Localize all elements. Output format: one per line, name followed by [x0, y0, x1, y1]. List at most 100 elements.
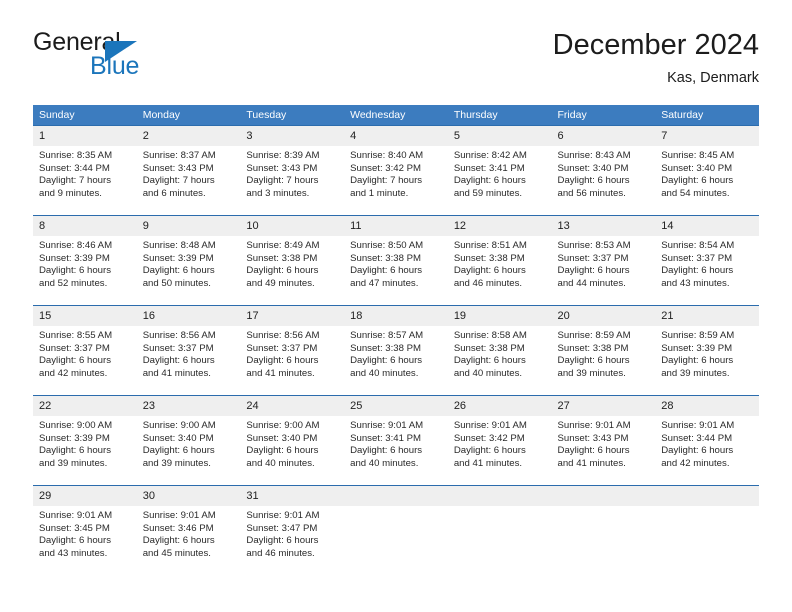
day-sunset: Sunset: 3:46 PM: [142, 522, 214, 534]
day-details: Sunrise: 8:49 AM Sunset: 3:38 PM Daylight:…: [240, 236, 344, 290]
brand-logo[interactable]: General Blue: [33, 28, 313, 90]
weekday-header-friday: Friday: [551, 105, 656, 126]
day-daylight-line2: and 52 minutes.: [39, 277, 108, 289]
calendar-day-cell[interactable]: 2 Sunrise: 8:37 AM Sunset: 3:43 PM Daylight…: [136, 125, 241, 216]
calendar-day-cell[interactable]: 23 Sunrise: 9:00 AM Sunset: 3:40 PM Dayligh…: [136, 395, 241, 486]
day-number: [551, 486, 656, 506]
day-daylight-line2: and 42 minutes.: [661, 457, 730, 469]
day-cell-content: 19 Sunrise: 8:58 AM Sunset: 3:38 PM Dayligh…: [447, 306, 552, 395]
day-cell-content: 9 Sunrise: 8:48 AM Sunset: 3:39 PM Daylight…: [136, 216, 241, 305]
calendar-day-cell[interactable]: 5 Sunrise: 8:42 AM Sunset: 3:41 PM Daylight…: [447, 125, 552, 216]
day-daylight-line2: and 1 minute.: [350, 187, 409, 199]
calendar-day-cell[interactable]: 3 Sunrise: 8:39 AM Sunset: 3:43 PM Daylight…: [240, 125, 345, 216]
day-daylight-line2: and 42 minutes.: [39, 367, 108, 379]
day-details: Sunrise: 9:01 AM Sunset: 3:47 PM Daylight:…: [240, 506, 344, 560]
day-cell-content: 12 Sunrise: 8:51 AM Sunset: 3:38 PM Dayligh…: [447, 216, 552, 305]
day-sunrise: Sunrise: 8:42 AM: [453, 150, 527, 161]
calendar-day-cell[interactable]: 11 Sunrise: 8:50 AM Sunset: 3:38 PM Dayligh…: [344, 215, 448, 306]
day-sunset: Sunset: 3:39 PM: [661, 342, 733, 354]
calendar-empty-cell: [447, 485, 552, 575]
calendar-day-cell[interactable]: 28 Sunrise: 9:01 AM Sunset: 3:44 PM Dayligh…: [655, 395, 759, 486]
day-sunset: Sunset: 3:47 PM: [246, 522, 318, 534]
day-sunrise: Sunrise: 9:00 AM: [142, 420, 216, 431]
day-sunset: Sunset: 3:40 PM: [661, 162, 733, 174]
calendar-page: General Blue December 2024 Kas, Denmark …: [0, 0, 792, 612]
calendar-day-cell[interactable]: 20 Sunrise: 8:59 AM Sunset: 3:38 PM Dayligh…: [551, 305, 656, 396]
calendar-day-cell[interactable]: 1 Sunrise: 8:35 AM Sunset: 3:44 PM Daylight…: [33, 125, 137, 216]
calendar-day-cell[interactable]: 12 Sunrise: 8:51 AM Sunset: 3:38 PM Dayligh…: [447, 215, 552, 306]
day-daylight-line2: and 49 minutes.: [246, 277, 315, 289]
day-sunset: Sunset: 3:41 PM: [350, 432, 422, 444]
day-details: Sunrise: 8:51 AM Sunset: 3:38 PM Daylight:…: [448, 236, 552, 290]
day-sunset: Sunset: 3:37 PM: [246, 342, 318, 354]
day-daylight-line1: Daylight: 6 hours: [246, 445, 319, 457]
day-cell-content: 20 Sunrise: 8:59 AM Sunset: 3:38 PM Dayligh…: [551, 306, 656, 395]
calendar-day-cell[interactable]: 31 Sunrise: 9:01 AM Sunset: 3:47 PM Dayligh…: [240, 485, 345, 575]
day-number: 4: [344, 126, 448, 146]
day-details: Sunrise: 8:55 AM Sunset: 3:37 PM Daylight:…: [33, 326, 137, 380]
day-number: 11: [344, 216, 448, 236]
calendar-day-cell[interactable]: 19 Sunrise: 8:58 AM Sunset: 3:38 PM Dayligh…: [447, 305, 552, 396]
day-sunrise: Sunrise: 8:43 AM: [557, 150, 631, 161]
day-details: Sunrise: 8:35 AM Sunset: 3:44 PM Daylight:…: [33, 146, 137, 200]
calendar-day-cell[interactable]: 29 Sunrise: 9:01 AM Sunset: 3:45 PM Dayligh…: [33, 485, 137, 575]
day-cell-content: 25 Sunrise: 9:01 AM Sunset: 3:41 PM Dayligh…: [344, 396, 448, 485]
day-sunset: Sunset: 3:38 PM: [453, 252, 525, 264]
calendar-day-cell[interactable]: 14 Sunrise: 8:54 AM Sunset: 3:37 PM Dayligh…: [655, 215, 759, 306]
day-sunrise: Sunrise: 8:58 AM: [453, 330, 527, 341]
calendar-day-cell[interactable]: 26 Sunrise: 9:01 AM Sunset: 3:42 PM Dayligh…: [447, 395, 552, 486]
calendar-day-cell[interactable]: 10 Sunrise: 8:49 AM Sunset: 3:38 PM Dayligh…: [240, 215, 345, 306]
calendar-week-row: 29 Sunrise: 9:01 AM Sunset: 3:45 PM Dayligh…: [33, 485, 759, 575]
day-daylight-line1: Daylight: 6 hours: [142, 535, 215, 547]
day-details: Sunrise: 8:46 AM Sunset: 3:39 PM Daylight:…: [33, 236, 137, 290]
day-details: Sunrise: 8:56 AM Sunset: 3:37 PM Daylight:…: [137, 326, 241, 380]
day-sunrise: Sunrise: 8:53 AM: [557, 240, 631, 251]
day-cell-content: 18 Sunrise: 8:57 AM Sunset: 3:38 PM Dayligh…: [344, 306, 448, 395]
calendar-day-cell[interactable]: 21 Sunrise: 8:59 AM Sunset: 3:39 PM Dayligh…: [655, 305, 759, 396]
calendar-day-cell[interactable]: 8 Sunrise: 8:46 AM Sunset: 3:39 PM Daylight…: [33, 215, 137, 306]
day-daylight-line2: and 46 minutes.: [246, 547, 315, 559]
day-details: [344, 506, 448, 510]
day-details: Sunrise: 8:57 AM Sunset: 3:38 PM Daylight:…: [344, 326, 448, 380]
day-cell-content: 26 Sunrise: 9:01 AM Sunset: 3:42 PM Dayligh…: [447, 396, 552, 485]
day-daylight-line1: Daylight: 7 hours: [246, 175, 319, 187]
calendar-day-cell[interactable]: 30 Sunrise: 9:01 AM Sunset: 3:46 PM Dayligh…: [136, 485, 241, 575]
weekday-header-wednesday: Wednesday: [344, 105, 448, 126]
day-number: 9: [136, 216, 241, 236]
day-daylight-line1: Daylight: 6 hours: [142, 355, 215, 367]
calendar-day-cell[interactable]: 9 Sunrise: 8:48 AM Sunset: 3:39 PM Daylight…: [136, 215, 241, 306]
calendar-day-cell[interactable]: 25 Sunrise: 9:01 AM Sunset: 3:41 PM Dayligh…: [344, 395, 448, 486]
calendar-day-cell[interactable]: 18 Sunrise: 8:57 AM Sunset: 3:38 PM Dayligh…: [344, 305, 448, 396]
day-cell-content: 23 Sunrise: 9:00 AM Sunset: 3:40 PM Dayligh…: [136, 396, 241, 485]
calendar-day-cell[interactable]: 7 Sunrise: 8:45 AM Sunset: 3:40 PM Daylight…: [655, 125, 759, 216]
day-daylight-line2: and 40 minutes.: [350, 367, 419, 379]
calendar-day-cell[interactable]: 13 Sunrise: 8:53 AM Sunset: 3:37 PM Dayligh…: [551, 215, 656, 306]
calendar-day-cell[interactable]: 22 Sunrise: 9:00 AM Sunset: 3:39 PM Dayligh…: [33, 395, 137, 486]
weekday-header-saturday: Saturday: [655, 105, 759, 126]
day-details: Sunrise: 9:01 AM Sunset: 3:42 PM Daylight:…: [448, 416, 552, 470]
day-sunrise: Sunrise: 9:01 AM: [142, 510, 216, 521]
day-daylight-line1: Daylight: 6 hours: [350, 265, 423, 277]
day-cell-content: 22 Sunrise: 9:00 AM Sunset: 3:39 PM Dayligh…: [33, 396, 137, 485]
day-daylight-line1: Daylight: 6 hours: [453, 355, 526, 367]
calendar-day-cell[interactable]: 17 Sunrise: 8:56 AM Sunset: 3:37 PM Dayligh…: [240, 305, 345, 396]
calendar-day-cell[interactable]: 27 Sunrise: 9:01 AM Sunset: 3:43 PM Dayligh…: [551, 395, 656, 486]
calendar-day-cell[interactable]: 24 Sunrise: 9:00 AM Sunset: 3:40 PM Dayligh…: [240, 395, 345, 486]
weekday-header-sunday: Sunday: [33, 105, 137, 126]
day-daylight-line2: and 39 minutes.: [661, 367, 730, 379]
day-details: Sunrise: 8:48 AM Sunset: 3:39 PM Daylight:…: [137, 236, 241, 290]
day-number: 10: [240, 216, 345, 236]
day-daylight-line1: Daylight: 6 hours: [557, 175, 630, 187]
day-daylight-line1: Daylight: 6 hours: [661, 175, 734, 187]
calendar-day-cell[interactable]: 4 Sunrise: 8:40 AM Sunset: 3:42 PM Daylight…: [344, 125, 448, 216]
calendar-empty-cell: [551, 485, 656, 575]
day-cell-content: 13 Sunrise: 8:53 AM Sunset: 3:37 PM Dayligh…: [551, 216, 656, 305]
day-number: 12: [447, 216, 552, 236]
calendar-week-row: 15 Sunrise: 8:55 AM Sunset: 3:37 PM Dayligh…: [33, 305, 759, 396]
calendar-day-cell[interactable]: 16 Sunrise: 8:56 AM Sunset: 3:37 PM Dayligh…: [136, 305, 241, 396]
day-daylight-line2: and 59 minutes.: [453, 187, 523, 199]
calendar-day-cell[interactable]: 15 Sunrise: 8:55 AM Sunset: 3:37 PM Dayligh…: [33, 305, 137, 396]
day-daylight-line2: and 41 minutes.: [557, 457, 626, 469]
day-sunset: Sunset: 3:39 PM: [39, 432, 110, 444]
calendar-day-cell[interactable]: 6 Sunrise: 8:43 AM Sunset: 3:40 PM Daylight…: [551, 125, 656, 216]
